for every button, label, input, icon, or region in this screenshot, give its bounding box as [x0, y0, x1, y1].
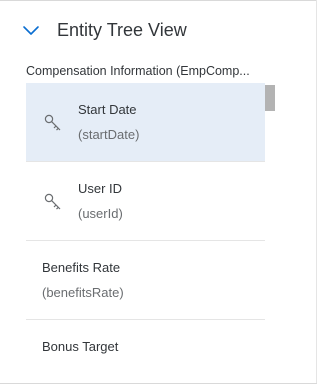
list-scrollbar[interactable]	[265, 83, 276, 383]
bottom-divider	[0, 383, 317, 384]
field-list: Start Date (startDate) User ID (userId) …	[26, 83, 265, 383]
entity-tree-panel: Entity Tree View Compensation Informatio…	[0, 0, 327, 391]
top-divider	[0, 0, 317, 1]
chevron-down-icon[interactable]	[20, 19, 42, 41]
field-technical-name: (benefitsRate)	[42, 285, 124, 300]
right-divider	[316, 0, 317, 384]
field-name: Benefits Rate	[42, 260, 121, 275]
field-item-bonus-target[interactable]: Bonus Target	[26, 320, 265, 383]
field-name: Start Date	[78, 102, 137, 117]
field-item-start-date[interactable]: Start Date (startDate)	[26, 83, 265, 162]
scrollbar-thumb[interactable]	[265, 85, 275, 111]
entity-name-label: Compensation Information (EmpComp...	[26, 64, 250, 78]
key-icon	[44, 114, 61, 131]
field-technical-name: (userId)	[78, 206, 123, 221]
field-name: Bonus Target	[42, 339, 119, 354]
field-technical-name: (startDate)	[78, 127, 140, 142]
key-icon	[44, 193, 61, 210]
entity-tree-view-header[interactable]: Entity Tree View	[20, 14, 187, 46]
panel-title: Entity Tree View	[57, 19, 187, 40]
field-item-user-id[interactable]: User ID (userId)	[26, 162, 265, 241]
field-name: User ID	[78, 181, 123, 196]
field-item-benefits-rate[interactable]: Benefits Rate (benefitsRate)	[26, 241, 265, 320]
